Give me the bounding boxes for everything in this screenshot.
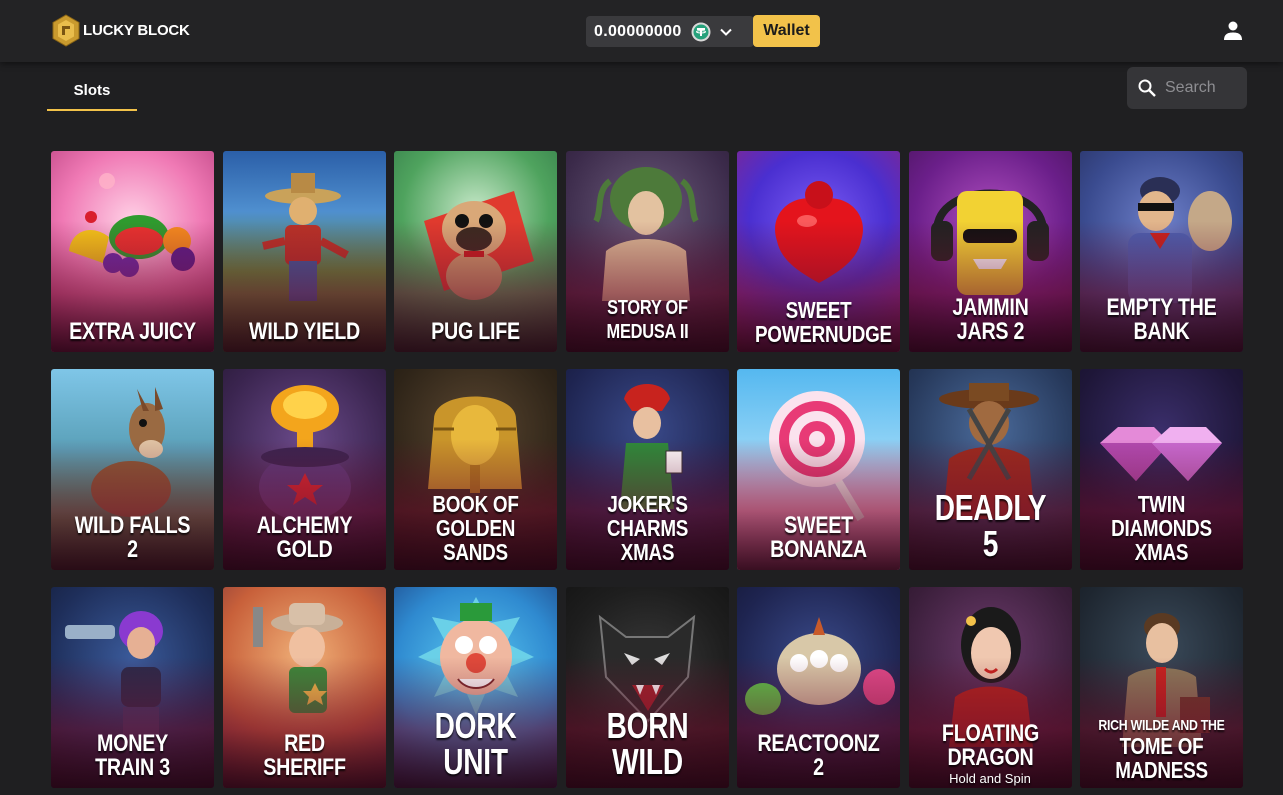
game-title: BORN WILD [606, 705, 688, 782]
search-box[interactable] [1127, 67, 1247, 109]
game-tile-floating-dragon[interactable]: FLOATING DRAGON Hold and Spin [908, 587, 1072, 788]
game-title: REACTOONZ 2 [757, 730, 880, 781]
game-tile-born-wild[interactable]: BORN WILD [565, 587, 729, 788]
lucky-block-logo-icon [52, 14, 80, 47]
game-title: ALCHEMY GOLD [256, 512, 352, 563]
game-grid: EXTRA JUICY WILD YIELD PUG LIFE STORY OF… [51, 151, 1243, 788]
chevron-down-icon[interactable] [719, 25, 733, 39]
game-title: MONEY TRAIN 3 [95, 730, 170, 781]
game-tile-story-of-medusa-ii[interactable]: STORY OF MEDUSA II [565, 151, 729, 352]
game-tile-tome-of-madness[interactable]: RICH WILDE AND THE TOME OF MADNESS [1080, 587, 1243, 788]
game-title: JAMMIN JARS 2 [951, 294, 1029, 345]
game-title: DEADLY 5 [934, 487, 1046, 564]
tether-coin-icon [691, 22, 711, 41]
game-tile-pug-life[interactable]: PUG LIFE [394, 151, 557, 352]
balance-selector[interactable]: 0.00000000 [586, 16, 754, 47]
game-tile-alchemy-gold[interactable]: ALCHEMY GOLD [222, 369, 386, 570]
game-title: PUG LIFE [431, 318, 520, 345]
user-icon[interactable] [1222, 20, 1244, 42]
game-title: BOOK OF GOLDEN SANDS [432, 491, 519, 565]
game-tile-book-of-golden-sands[interactable]: BOOK OF GOLDEN SANDS [394, 369, 557, 570]
game-tile-jammin-jars-2[interactable]: JAMMIN JARS 2 [908, 151, 1072, 352]
game-subtitle: Hold and Spin [949, 771, 1031, 786]
game-title: WILD YIELD [248, 318, 360, 345]
game-tile-red-sheriff[interactable]: RED SHERIFF [222, 587, 386, 788]
search-icon [1138, 79, 1156, 97]
game-tile-twin-diamonds-xmas[interactable]: TWIN DIAMONDS XMAS [1080, 369, 1243, 570]
game-tile-deadly-5[interactable]: DEADLY 5 [908, 369, 1072, 570]
game-tile-wild-falls-2[interactable]: WILD FALLS 2 [51, 369, 214, 570]
tab-slots[interactable]: Slots [47, 80, 137, 111]
game-title: EMPTY THE BANK [1106, 294, 1217, 345]
game-title: RICH WILDE AND THE TOME OF MADNESS [1098, 717, 1225, 783]
game-tile-sweet-bonanza[interactable]: SWEET BONANZA [737, 369, 900, 570]
game-title: SWEET BONANZA [770, 512, 867, 563]
top-bar: LUCKY BLOCK 0.00000000 Wallet [0, 0, 1283, 62]
game-tile-dork-unit[interactable]: DORK UNIT [394, 587, 557, 788]
game-title: TWIN DIAMONDS XMAS [1111, 491, 1212, 565]
game-tile-empty-the-bank[interactable]: EMPTY THE BANK [1080, 151, 1243, 352]
game-title: EXTRA JUICY [69, 318, 196, 345]
game-title: JOKER'S CHARMS XMAS [606, 491, 688, 565]
balance-amount: 0.00000000 [594, 22, 682, 40]
game-tile-extra-juicy[interactable]: EXTRA JUICY [51, 151, 214, 352]
game-title: DORK UNIT [434, 705, 517, 782]
brand-name: LUCKY BLOCK [83, 22, 190, 39]
game-title: SWEET POWERNUDGE [754, 297, 892, 347]
game-tile-wild-yield[interactable]: WILD YIELD [222, 151, 386, 352]
game-tile-reactoonz-2[interactable]: REACTOONZ 2 [737, 587, 900, 788]
game-title: RED SHERIFF [262, 730, 346, 781]
game-title: WILD FALLS 2 [74, 512, 191, 563]
game-title: FLOATING DRAGON [941, 720, 1039, 771]
game-title: STORY OF MEDUSA II [606, 297, 688, 343]
wallet-button[interactable]: Wallet [753, 15, 820, 47]
game-tile-money-train-3[interactable]: MONEY TRAIN 3 [51, 587, 214, 788]
game-tile-sweet-powernudge[interactable]: SWEET POWERNUDGE [737, 151, 900, 352]
game-tile-jokers-charms-xmas[interactable]: JOKER'S CHARMS XMAS [565, 369, 729, 570]
search-input[interactable] [1165, 79, 1245, 97]
brand-logo[interactable]: LUCKY BLOCK [52, 14, 190, 47]
